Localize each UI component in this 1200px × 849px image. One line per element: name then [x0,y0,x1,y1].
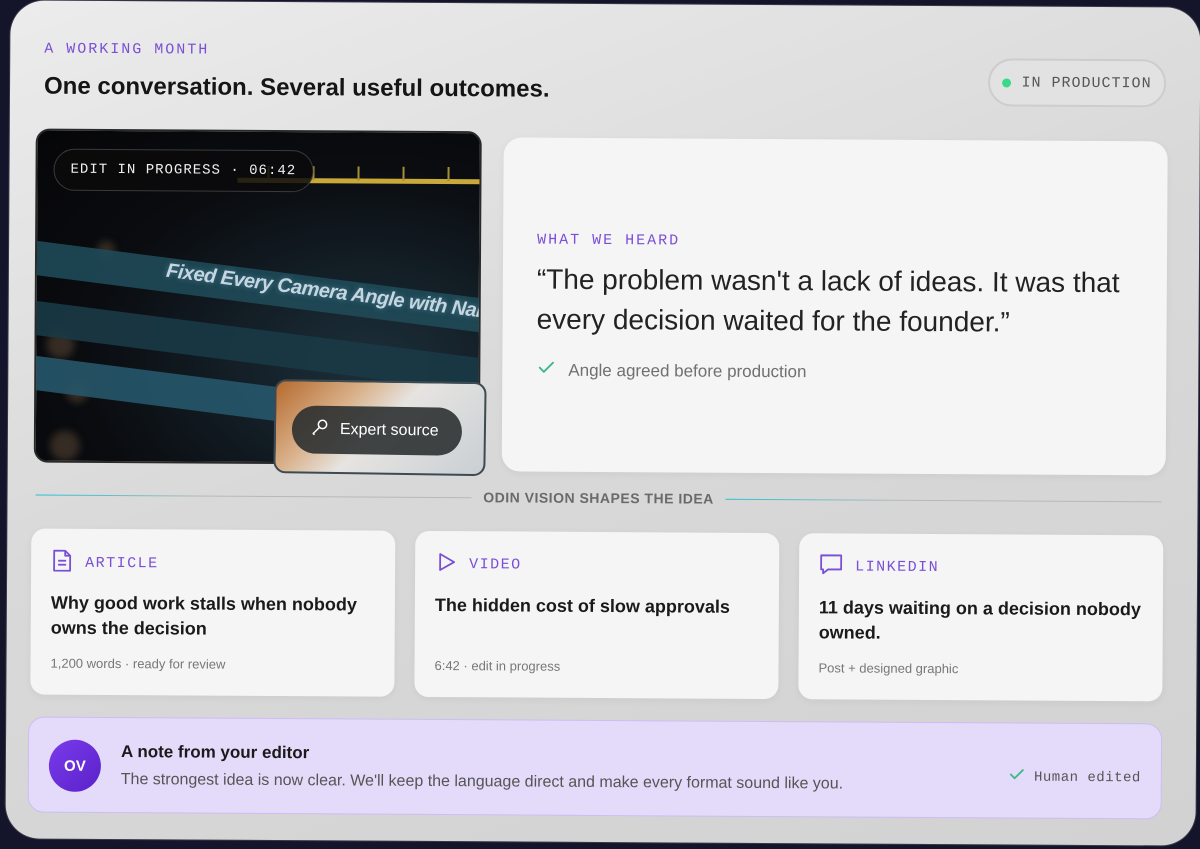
edit-progress-badge: EDIT IN PROGRESS · 06:42 [53,148,314,193]
timeline-tick [402,166,405,181]
play-icon [435,551,457,578]
format-card-header: ARTICLE [51,549,159,579]
format-card-video[interactable]: VIDEO The hidden cost of slow approvals … [414,530,780,700]
note-title: A note from your editor [120,742,310,763]
bokeh-light [49,430,80,461]
human-edited-badge: Human edited [1008,765,1141,789]
human-edited-label: Human edited [1033,769,1141,786]
quote-check-label: Angle agreed before production [568,360,807,381]
status-dot-icon [1002,77,1012,87]
format-type: LINKEDIN [855,558,940,577]
format-card-article[interactable]: ARTICLE Why good work stalls when nobody… [30,528,396,697]
format-type: ARTICLE [85,554,159,573]
format-title: Why good work stalls when nobody owns th… [50,592,357,639]
note-body: The strongest idea is now clear. We'll k… [120,771,844,793]
status-label: IN PRODUCTION [1021,74,1152,92]
format-card-header: VIDEO [435,551,522,579]
quote-card: WHAT WE HEARD “The problem wasn't a lack… [501,137,1168,476]
status-badge: IN PRODUCTION [987,58,1167,108]
expert-source-button[interactable]: Expert source [291,405,463,456]
quote-eyebrow: WHAT WE HEARD [537,231,681,250]
expert-source-card: Expert source [273,379,487,477]
format-meta: Post + designed graphic [818,660,959,677]
check-icon [536,358,556,383]
format-meta: 6:42 · edit in progress [434,657,561,674]
avatar: OV [48,739,102,792]
format-card-header: LINKEDIN [819,553,939,581]
format-card-linkedin[interactable]: LINKEDIN 11 days waiting on a decision n… [798,533,1164,702]
app-frame: A WORKING MONTH One conversation. Severa… [5,0,1200,846]
check-icon [1008,765,1026,788]
chat-bubble-icon [819,553,843,580]
timeline-tick [447,167,450,182]
microphone-icon [310,417,330,442]
quote-text: “The problem wasn't a lack of ideas. It … [536,263,1120,338]
quote-check-row: Angle agreed before production [536,358,807,385]
section-eyebrow: A WORKING MONTH [44,40,210,59]
format-meta: 1,200 words · ready for review [50,655,226,672]
format-title: 11 days waiting on a decision nobody own… [818,597,1142,643]
page-title: One conversation. Several useful outcome… [43,72,550,103]
editor-note: OV A note from your editor The strongest… [27,716,1163,820]
divider-label: ODIN VISION SHAPES THE IDEA [483,489,714,507]
expert-source-label: Expert source [339,421,439,440]
document-icon [51,549,73,578]
format-title: The hidden cost of slow approvals [434,594,730,617]
format-type: VIDEO [469,556,522,574]
section-divider: ODIN VISION SHAPES THE IDEA [35,485,1162,512]
timeline-tick [357,166,360,181]
